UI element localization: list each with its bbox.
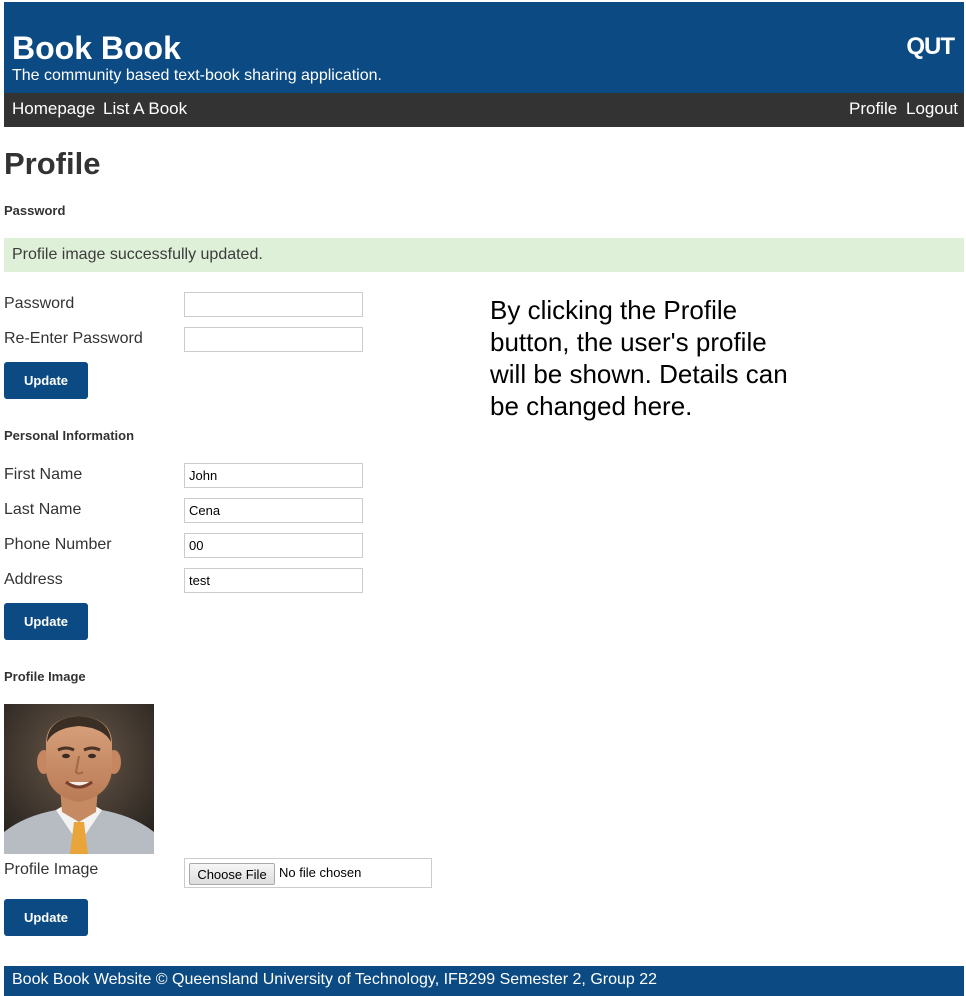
main-nav: Homepage List A Book Profile Logout (4, 93, 964, 127)
nav-list-a-book-link[interactable]: List A Book (103, 93, 187, 125)
last-name-input[interactable] (184, 498, 363, 523)
annotation-text: By clicking the Profile button, the user… (490, 295, 788, 421)
personal-info-heading: Personal Information (4, 428, 135, 443)
password-label: Password (4, 295, 75, 312)
site-header: Book Book The community based text-book … (4, 2, 964, 93)
address-label: Address (4, 571, 63, 588)
success-alert: Profile image successfully updated. (4, 238, 964, 272)
file-status-text: No file chosen (279, 865, 362, 880)
update-password-button[interactable]: Update (4, 362, 88, 399)
choose-file-button[interactable]: Choose File (189, 863, 275, 885)
last-name-label: Last Name (4, 501, 82, 518)
address-input[interactable] (184, 568, 363, 593)
profile-photo-illustration (4, 704, 154, 854)
page-title: Profile (4, 146, 101, 181)
profile-photo (4, 704, 154, 854)
qut-logo: QUT (906, 33, 955, 60)
nav-logout-link[interactable]: Logout (906, 93, 958, 125)
site-title: Book Book (12, 30, 181, 66)
update-profile-image-button[interactable]: Update (4, 899, 88, 936)
password-heading: Password (4, 203, 66, 218)
password-input[interactable] (184, 292, 363, 317)
site-tagline: The community based text-book sharing ap… (12, 67, 382, 84)
first-name-input[interactable] (184, 463, 363, 488)
first-name-label: First Name (4, 466, 83, 483)
reenter-password-input[interactable] (184, 327, 363, 352)
nav-profile-link[interactable]: Profile (849, 93, 897, 125)
reenter-password-label: Re-Enter Password (4, 330, 143, 347)
profile-image-label: Profile Image (4, 861, 99, 878)
profile-image-heading: Profile Image (4, 669, 86, 684)
site-footer: Book Book Website © Queensland Universit… (4, 966, 964, 996)
phone-number-label: Phone Number (4, 536, 112, 553)
phone-number-input[interactable] (184, 533, 363, 558)
nav-homepage-link[interactable]: Homepage (12, 93, 95, 125)
profile-image-file-input[interactable]: Choose File No file chosen (184, 858, 432, 888)
update-personal-info-button[interactable]: Update (4, 603, 88, 640)
